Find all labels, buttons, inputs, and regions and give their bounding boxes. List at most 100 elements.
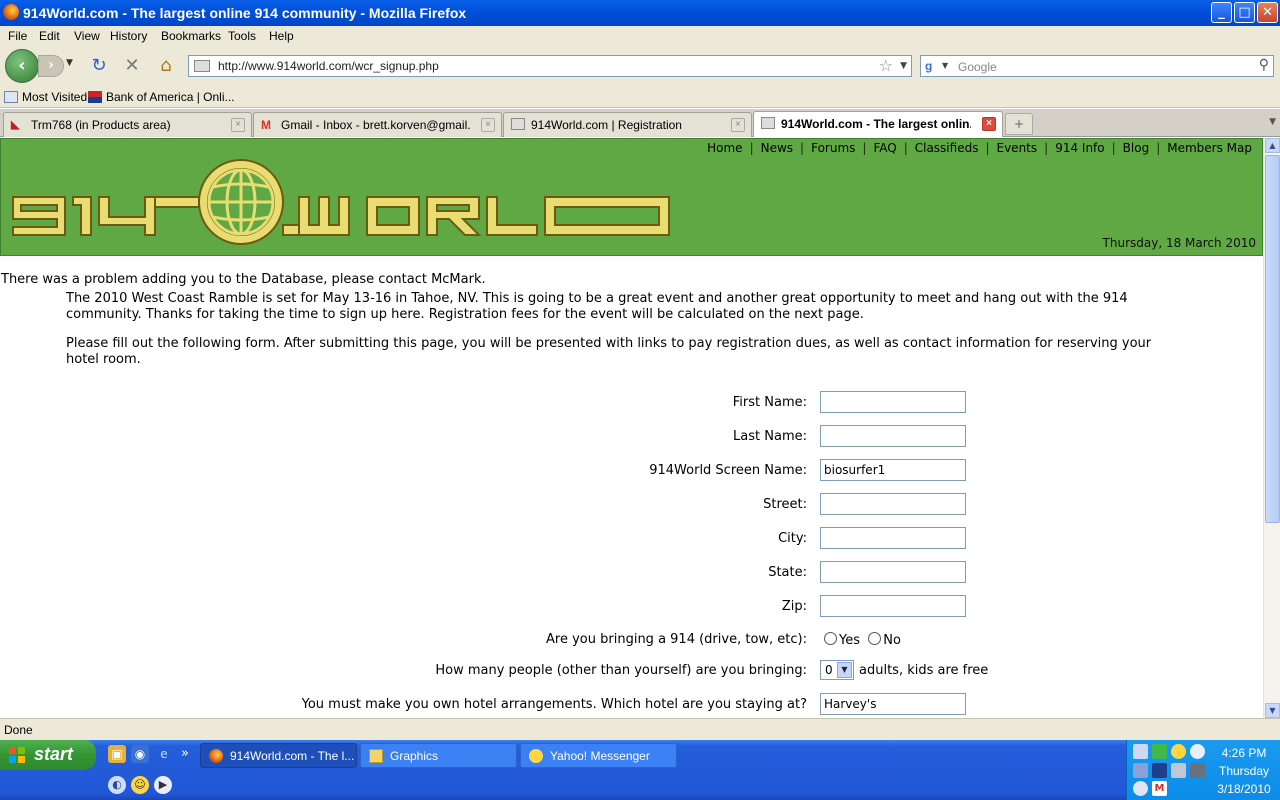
914world-logo[interactable] [5,157,677,253]
screen-name-label: 914World Screen Name: [649,463,807,478]
tab-trm768[interactable]: ◣ Trm768 (in Products area) × [3,112,252,137]
back-button[interactable]: ‹ [5,49,39,83]
people-select[interactable]: 0 ▼ [820,660,854,680]
zip-field[interactable] [820,595,966,617]
menu-help[interactable]: Help [269,29,294,43]
quicklaunch-yahoo-icon[interactable]: ☺ [131,776,149,794]
start-button[interactable]: start [0,740,96,770]
gmail-notifier-icon[interactable]: M [1152,781,1167,796]
tab-close-icon[interactable]: × [481,118,495,132]
first-name-field[interactable] [820,391,966,413]
clock-time: 4:26 PM [1221,746,1267,760]
tab-close-icon[interactable]: × [231,118,245,132]
firefox-icon [209,749,223,763]
street-field[interactable] [820,493,966,515]
nav-news[interactable]: News [761,141,793,155]
window-title: 914World.com - The largest online 914 co… [23,5,467,21]
state-field[interactable] [820,561,966,583]
reload-icon[interactable]: ↻ [88,55,110,77]
bookmark-star-icon[interactable]: ☆ [879,56,893,75]
display-icon[interactable] [1133,763,1148,778]
menu-tools[interactable]: Tools [228,29,256,43]
radio-no[interactable] [868,632,882,645]
taskbar-yahoo-messenger[interactable]: Yahoo! Messenger [520,743,677,768]
quicklaunch-overflow[interactable]: » [176,745,194,763]
quicklaunch-outlook-icon[interactable]: ◉ [131,745,149,763]
scroll-thumb[interactable] [1265,155,1280,523]
maximize-button[interactable]: □ [1234,2,1255,23]
tab-gmail[interactable]: M Gmail - Inbox - brett.korven@gmail.com… [253,112,502,137]
nav-home[interactable]: Home [707,141,742,155]
close-button[interactable]: ✕ [1257,2,1278,23]
form-row-street: Street: [0,493,1263,517]
bookmark-most-visited[interactable]: Most Visited [4,90,87,104]
yahoo-tray-icon[interactable] [1171,744,1186,759]
menu-edit[interactable]: Edit [39,29,60,43]
clock-sync-icon[interactable] [1133,781,1148,796]
quicklaunch-folder-icon[interactable]: ▣ [108,745,126,763]
menu-file[interactable]: File [8,29,27,43]
home-icon[interactable]: ⌂ [155,55,177,77]
radio-no-label[interactable]: No [883,633,901,648]
network-icon[interactable] [1133,744,1148,759]
tab-914world-active[interactable]: 914World.com - The largest onlin... × [753,111,1003,137]
tab-914world-registration[interactable]: 914World.com | Registration × [503,112,752,137]
history-dropdown-icon[interactable]: ▼ [66,58,73,68]
minimize-button[interactable]: _ [1211,2,1232,23]
url-dropdown-icon[interactable]: ▼ [900,61,907,71]
form-row-zip: Zip: [0,595,1263,619]
nav-members-map[interactable]: Members Map [1167,141,1252,155]
radio-yes[interactable] [824,632,837,645]
search-icon[interactable]: ⚲ [1259,57,1269,73]
page-icon [511,118,525,130]
power-icon[interactable] [1171,763,1186,778]
site-identity-icon[interactable] [194,60,210,72]
vertical-scrollbar[interactable]: ▲ ▼ [1263,138,1280,718]
scroll-up-icon[interactable]: ▲ [1265,138,1280,153]
chat-icon[interactable] [1190,744,1205,759]
hotel-field[interactable] [820,693,966,715]
taskbar-graphics[interactable]: Graphics [360,743,517,768]
nav-classifieds[interactable]: Classifieds [915,141,979,155]
tab-strip: ◣ Trm768 (in Products area) × M Gmail - … [0,109,1280,137]
screen-name-field[interactable] [820,459,966,481]
tab-list-icon[interactable]: ▼ [1269,117,1276,127]
city-field[interactable] [820,527,966,549]
monitor-icon[interactable] [1190,763,1205,778]
chevron-down-icon[interactable]: ▼ [837,662,852,678]
nav-events[interactable]: Events [997,141,1038,155]
last-name-field[interactable] [820,425,966,447]
nav-forums[interactable]: Forums [811,141,855,155]
nav-914-info[interactable]: 914 Info [1055,141,1104,155]
search-bar[interactable]: g ▼ Google ⚲ [920,55,1274,77]
menu-history[interactable]: History [110,29,147,43]
url-text[interactable]: http://www.914world.com/wcr_signup.php [218,59,439,73]
taskbar-clock[interactable]: 4:26 PM Thursday 3/18/2010 [1211,744,1277,798]
search-placeholder[interactable]: Google [958,60,997,74]
google-engine-icon[interactable]: g [925,59,939,73]
folder-icon [369,749,383,763]
new-tab-button[interactable]: + [1005,113,1033,135]
nav-blog[interactable]: Blog [1123,141,1150,155]
quicklaunch-player-icon[interactable]: ▶ [154,776,172,794]
tab-close-icon[interactable]: × [982,117,996,131]
menu-bookmarks[interactable]: Bookmarks [161,29,221,43]
quicklaunch-media-icon[interactable]: ◐ [108,776,126,794]
forward-button[interactable]: › [38,55,64,77]
nav-faq[interactable]: FAQ [873,141,896,155]
taskbar-firefox[interactable]: 914World.com - The l... [200,743,357,768]
menu-view[interactable]: View [74,29,100,43]
tab-close-icon[interactable]: × [731,118,745,132]
quicklaunch-ie-icon[interactable]: e [155,745,173,763]
radio-yes-label[interactable]: Yes [839,633,860,648]
url-bar[interactable]: http://www.914world.com/wcr_signup.php ☆… [188,55,912,77]
signal-icon[interactable] [1152,744,1167,759]
stop-icon[interactable]: ✕ [121,55,143,77]
site-date: Thursday, 18 March 2010 [1102,236,1256,250]
bookmark-bank-of-america[interactable]: Bank of America | Onli... [88,90,235,104]
form-row-hotel: You must make you own hotel arrangements… [0,693,1263,717]
search-engine-dropdown-icon[interactable]: ▼ [942,61,948,70]
bluetooth-icon[interactable] [1152,763,1167,778]
scroll-down-icon[interactable]: ▼ [1265,703,1280,718]
error-message: There was a problem adding you to the Da… [1,272,486,287]
